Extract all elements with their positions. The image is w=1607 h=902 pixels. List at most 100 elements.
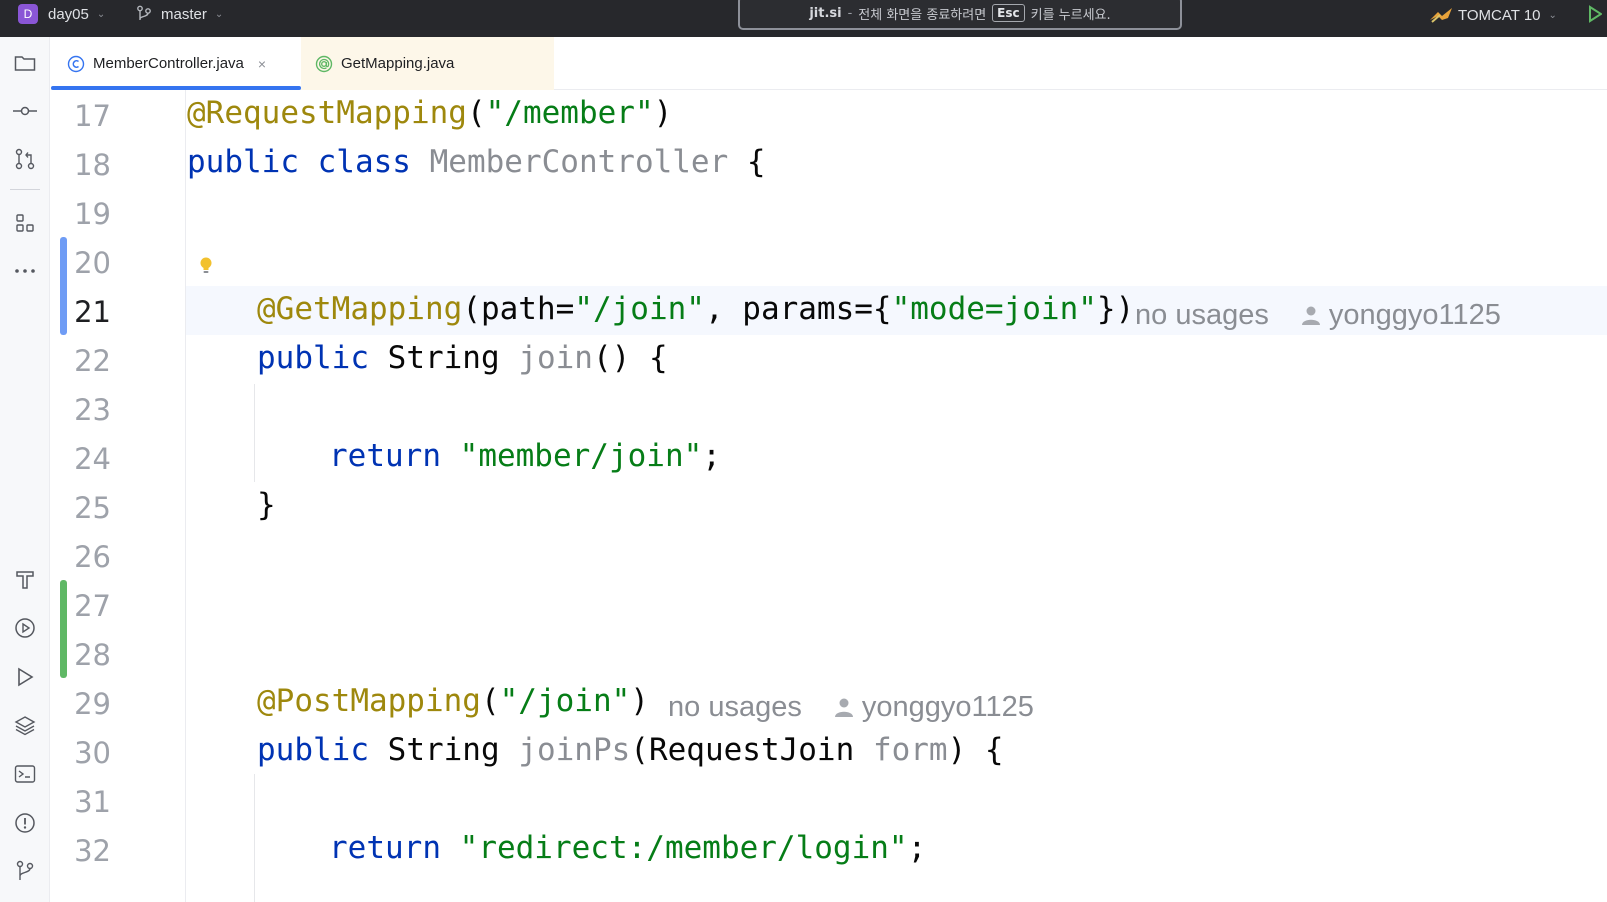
annotation-token: @RequestMapping xyxy=(187,95,467,131)
person-icon xyxy=(1301,306,1320,325)
line-number: 29 xyxy=(74,687,111,721)
inlay-hint[interactable]: no usages yonggyo1125 xyxy=(668,691,1034,724)
hammer-icon xyxy=(16,571,34,589)
line-code: @PostMapping("/join") xyxy=(257,683,649,719)
chevron-down-icon: ⌄ xyxy=(1548,9,1557,21)
run-button[interactable] xyxy=(1588,5,1603,27)
punct-token: ) xyxy=(653,95,673,131)
pull-requests-tool-button[interactable] xyxy=(13,147,37,171)
punct-token: (path= xyxy=(462,291,575,327)
code-line: 31 xyxy=(51,776,1607,825)
punct-token: ; xyxy=(702,438,721,474)
structure-icon xyxy=(16,214,34,232)
services-icon xyxy=(15,618,35,638)
code-line: 23 xyxy=(51,384,1607,433)
git-branch-icon xyxy=(16,860,34,880)
chevron-down-icon: ⌄ xyxy=(96,8,106,20)
more-tools-button[interactable] xyxy=(13,259,37,283)
keyword-token: public xyxy=(257,732,388,768)
build-tool-button[interactable] xyxy=(13,567,37,591)
branch-selector[interactable]: master ⌄ xyxy=(136,3,223,25)
close-icon[interactable]: × xyxy=(258,56,266,72)
punct-token: , params={ xyxy=(704,291,892,327)
method-name-token: joinPs xyxy=(518,732,631,768)
punct-token: ; xyxy=(907,830,927,866)
editor-tabs: MemberController.java × GetMapping.java xyxy=(51,37,1607,90)
commit-icon xyxy=(13,106,37,116)
line-code: @RequestMapping("/member") xyxy=(187,95,672,131)
git-tool-button[interactable] xyxy=(13,859,37,883)
punct-token: }) xyxy=(1096,291,1135,327)
more-icon xyxy=(15,269,35,273)
line-number: 32 xyxy=(74,834,111,868)
run-config-name: TOMCAT 10 xyxy=(1458,6,1541,24)
line-number: 21 xyxy=(74,295,111,329)
type-token: String xyxy=(387,340,519,376)
line-code: return "member/join"; xyxy=(329,438,721,474)
fullscreen-banner: jit.si - 전체 화면을 종료하려면 Esc 키를 누르세요. xyxy=(738,0,1182,30)
commit-tool-button[interactable] xyxy=(13,99,37,123)
string-token: "member/join" xyxy=(459,438,703,474)
line-number: 20 xyxy=(74,246,111,280)
pull-request-icon xyxy=(15,148,35,170)
code-line: 22 public String join() { xyxy=(51,335,1607,384)
project-tool-button[interactable] xyxy=(13,51,37,75)
toolbar-divider xyxy=(10,189,40,190)
class-icon xyxy=(67,55,85,72)
line-code: public String join() { xyxy=(257,340,668,376)
code-editor[interactable]: 17 @RequestMapping("/member") 18 public … xyxy=(51,90,1607,902)
string-token: "mode=join" xyxy=(891,291,1097,327)
code-line: 32 return "redirect:/member/login"; xyxy=(51,825,1607,874)
terminal-icon xyxy=(14,765,36,783)
code-line: 26 xyxy=(51,531,1607,580)
line-number: 30 xyxy=(74,736,111,770)
keyword-token: return xyxy=(329,438,460,474)
line-code: public class MemberController { xyxy=(187,144,766,180)
tab-getmapping[interactable]: GetMapping.java xyxy=(301,37,554,90)
class-name-token: MemberController xyxy=(429,144,729,180)
author-hint[interactable]: yonggyo1125 xyxy=(1329,299,1501,332)
line-number: 28 xyxy=(74,638,111,672)
keyword-token: return xyxy=(329,830,460,866)
code-line: 30 public String joinPs(RequestJoin form… xyxy=(51,727,1607,776)
code-line: 21 @GetMapping(path="/join", params={"mo… xyxy=(51,286,1607,335)
project-name: day05 xyxy=(48,5,89,23)
code-line: 24 return "member/join"; xyxy=(51,433,1607,482)
code-line: 25 } xyxy=(51,482,1607,531)
author-hint[interactable]: yonggyo1125 xyxy=(862,691,1034,724)
banner-separator: - xyxy=(847,5,853,21)
code-line: 29 @PostMapping("/join") no usages yongg… xyxy=(51,678,1607,727)
banner-message: 전체 화면을 종료하려면 xyxy=(858,7,987,23)
layers-tool-button[interactable] xyxy=(13,713,37,737)
line-number: 19 xyxy=(74,197,111,231)
problems-tool-button[interactable] xyxy=(13,811,37,835)
esc-key: Esc xyxy=(992,4,1025,22)
punct-token: ) xyxy=(630,683,649,719)
services-tool-button[interactable] xyxy=(13,616,37,640)
run-tool-button[interactable] xyxy=(13,665,37,689)
punct-token: () { xyxy=(592,340,668,376)
usages-hint[interactable]: no usages xyxy=(668,691,802,724)
branch-icon xyxy=(137,5,151,20)
usages-hint[interactable]: no usages xyxy=(1135,299,1269,332)
banner-site: jit.si xyxy=(809,5,842,21)
folder-icon xyxy=(14,56,36,71)
string-token: "/join" xyxy=(574,291,705,327)
punct-token: ( xyxy=(480,683,500,719)
tool-window-bar xyxy=(0,37,50,902)
line-code: @GetMapping(path="/join", params={"mode=… xyxy=(257,291,1134,327)
structure-tool-button[interactable] xyxy=(13,211,37,235)
tab-membercontroller[interactable]: MemberController.java × xyxy=(51,37,301,90)
annotation-token: @GetMapping xyxy=(257,291,463,327)
project-selector[interactable]: D day05 ⌄ xyxy=(18,3,105,25)
inlay-hint[interactable]: no usages yonggyo1125 xyxy=(1135,299,1501,332)
code-line: 20 xyxy=(51,237,1607,286)
person-icon xyxy=(834,698,853,717)
line-number: 25 xyxy=(74,491,111,525)
code-line: 27 xyxy=(51,580,1607,629)
run-config-selector[interactable]: TOMCAT 10 ⌄ xyxy=(1428,4,1557,26)
line-number: 17 xyxy=(74,99,111,133)
terminal-tool-button[interactable] xyxy=(13,762,37,786)
line-number: 23 xyxy=(74,393,111,427)
line-number: 26 xyxy=(74,540,111,574)
